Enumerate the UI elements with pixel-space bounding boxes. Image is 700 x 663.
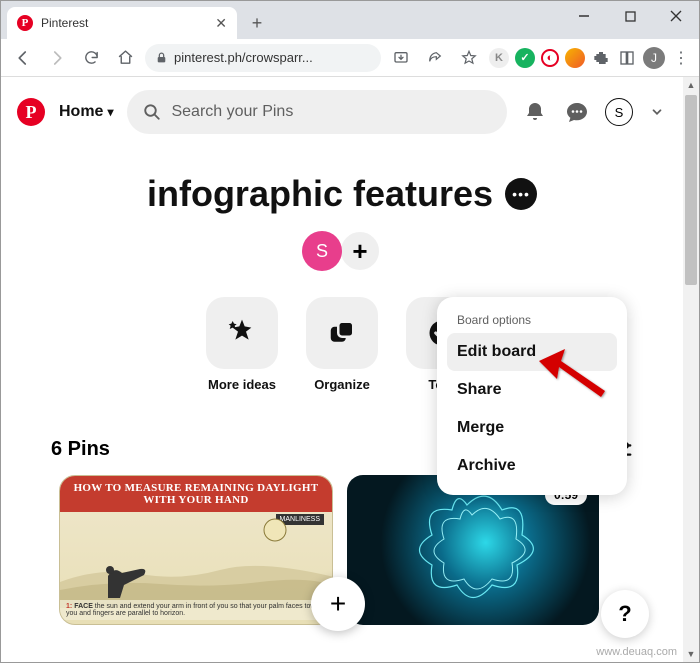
- new-tab-button[interactable]: +: [243, 9, 271, 37]
- profile-avatar[interactable]: J: [643, 47, 665, 69]
- scroll-up-arrow[interactable]: ▲: [683, 77, 699, 93]
- menu-item-merge[interactable]: Merge: [447, 409, 617, 447]
- home-button[interactable]: [111, 44, 139, 72]
- extension-icon[interactable]: ◐: [541, 49, 559, 67]
- notifications-icon[interactable]: [521, 98, 549, 126]
- extension-icon[interactable]: K: [489, 48, 509, 68]
- install-app-icon[interactable]: [387, 44, 415, 72]
- watermark: www.deuaq.com: [596, 646, 677, 658]
- window-controls: [561, 1, 699, 31]
- reading-list-icon[interactable]: [617, 48, 637, 68]
- organize-label: Organize: [314, 377, 370, 392]
- chevron-down-icon: ▾: [107, 105, 113, 119]
- pinterest-favicon: P: [17, 15, 33, 31]
- extensions-area: K ✓ ◐: [489, 48, 637, 68]
- site-header: P Home ▾ Search your Pins S: [1, 77, 683, 147]
- close-window-button[interactable]: [653, 1, 699, 31]
- browser-menu-icon[interactable]: ⋮: [671, 48, 691, 68]
- browser-tab[interactable]: P Pinterest ✕: [7, 7, 237, 39]
- add-collaborator-button[interactable]: +: [338, 229, 382, 273]
- board-options-button[interactable]: •••: [505, 178, 537, 210]
- menu-item-share[interactable]: Share: [447, 371, 617, 409]
- vertical-scrollbar[interactable]: ▲ ▼: [683, 77, 699, 662]
- menu-item-archive[interactable]: Archive: [447, 447, 617, 485]
- search-icon: [143, 103, 161, 121]
- url-text: pinterest.ph/crowsparr...: [174, 50, 313, 65]
- pinterest-logo[interactable]: P: [17, 98, 45, 126]
- pin-card[interactable]: 0:59: [347, 475, 599, 625]
- minimize-button[interactable]: [561, 1, 607, 31]
- more-ideas-button[interactable]: [206, 297, 278, 369]
- pin-card[interactable]: HOW TO MEASURE REMAINING DAYLIGHT WITH Y…: [59, 475, 333, 625]
- extension-icon[interactable]: ✓: [515, 48, 535, 68]
- maximize-button[interactable]: [607, 1, 653, 31]
- messages-icon[interactable]: [563, 98, 591, 126]
- menu-heading: Board options: [447, 307, 617, 333]
- close-tab-icon[interactable]: ✕: [215, 15, 227, 32]
- scroll-down-arrow[interactable]: ▼: [683, 646, 699, 662]
- window-titlebar: P Pinterest ✕ +: [1, 1, 699, 39]
- organize-button[interactable]: [306, 297, 378, 369]
- board-title: infographic features: [147, 173, 493, 215]
- pin-title: WITH YOUR HAND: [64, 494, 328, 506]
- menu-item-edit-board[interactable]: Edit board: [447, 333, 617, 371]
- home-label: Home: [59, 103, 103, 121]
- share-icon[interactable]: [421, 44, 449, 72]
- lock-icon: [155, 51, 168, 64]
- extension-icon[interactable]: [565, 48, 585, 68]
- pin-title: HOW TO MEASURE REMAINING DAYLIGHT: [64, 482, 328, 494]
- more-ideas-label: More ideas: [208, 377, 276, 392]
- add-pin-button[interactable]: +: [311, 577, 365, 631]
- help-button[interactable]: ?: [601, 590, 649, 638]
- reload-button[interactable]: [77, 44, 105, 72]
- browser-toolbar: pinterest.ph/crowsparr... K ✓ ◐ J ⋮: [1, 39, 699, 77]
- home-dropdown[interactable]: Home ▾: [59, 103, 113, 121]
- pin-caption: 1: FACE the sun and extend your arm in f…: [60, 600, 332, 620]
- search-placeholder: Search your Pins: [171, 103, 293, 121]
- extensions-menu-icon[interactable]: [591, 48, 611, 68]
- address-bar[interactable]: pinterest.ph/crowsparr...: [145, 44, 381, 72]
- tab-title: Pinterest: [41, 16, 207, 30]
- account-menu-icon[interactable]: [647, 98, 667, 126]
- collaborator-avatar[interactable]: S: [302, 231, 342, 271]
- scrollbar-thumb[interactable]: [685, 95, 697, 285]
- page-content: P Home ▾ Search your Pins S infographic …: [1, 77, 683, 662]
- forward-button[interactable]: [43, 44, 71, 72]
- back-button[interactable]: [9, 44, 37, 72]
- bookmark-icon[interactable]: [455, 44, 483, 72]
- board-options-menu: Board options Edit board Share Merge Arc…: [437, 297, 627, 495]
- profile-button[interactable]: S: [605, 98, 633, 126]
- search-input[interactable]: Search your Pins: [127, 90, 507, 134]
- pins-count: 6 Pins: [51, 438, 110, 461]
